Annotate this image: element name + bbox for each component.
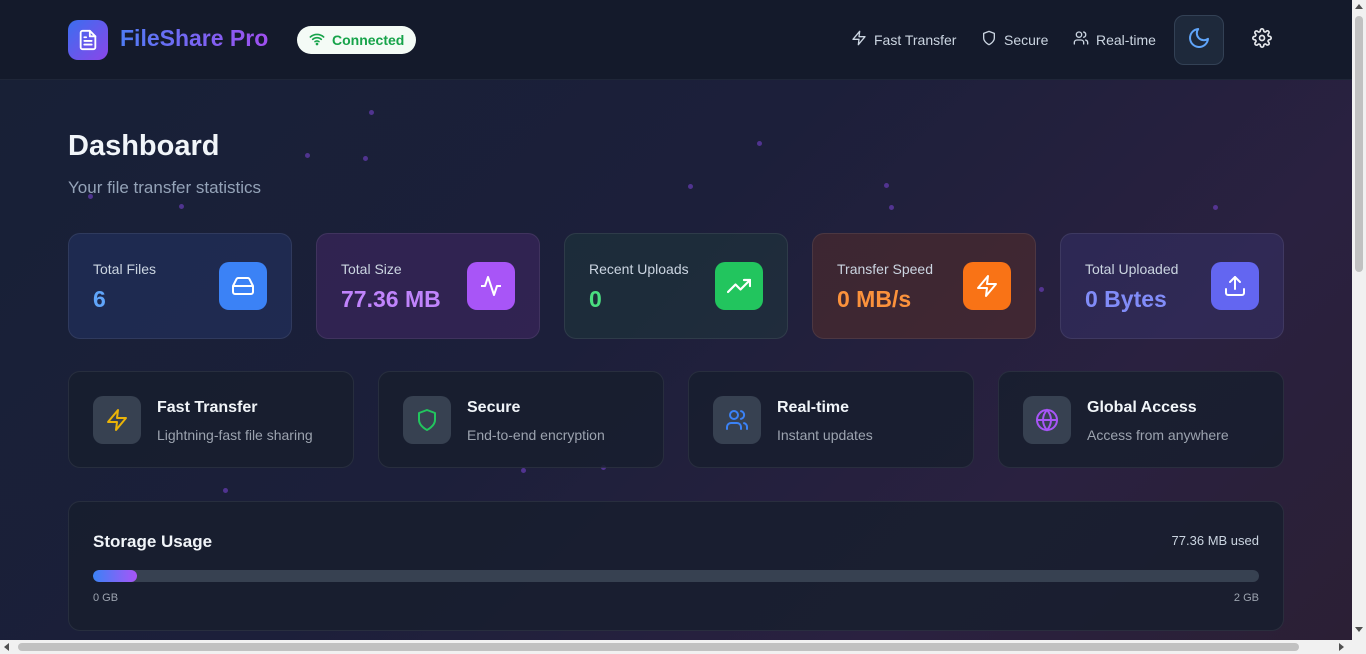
scroll-right-arrow-icon[interactable] [1339, 643, 1344, 651]
feature-subtitle: Instant updates [777, 427, 873, 443]
storage-used-label: 77.36 MB used [1171, 533, 1259, 548]
scroll-up-arrow-icon[interactable] [1355, 4, 1363, 9]
stat-label: Recent Uploads [589, 261, 689, 277]
gear-icon [1252, 27, 1272, 53]
nav-fast-transfer-label: Fast Transfer [874, 31, 957, 48]
stat-label: Transfer Speed [837, 261, 933, 277]
file-logo-icon[interactable] [68, 20, 108, 60]
hard-drive-icon [219, 262, 267, 310]
moon-icon [1187, 26, 1211, 55]
feature-title: Secure [467, 399, 521, 416]
feature-card-secure: Secure End-to-end encryption [378, 371, 664, 468]
feature-card-fast-transfer: Fast Transfer Lightning-fast file sharin… [68, 371, 354, 468]
vertical-scrollbar-thumb[interactable] [1355, 16, 1363, 272]
feature-subtitle: Access from anywhere [1087, 427, 1229, 443]
settings-button[interactable] [1249, 27, 1275, 53]
stat-value: 6 [93, 286, 106, 312]
stat-value: 77.36 MB [341, 286, 441, 312]
feature-title: Global Access [1087, 399, 1197, 416]
feature-card-real-time: Real-time Instant updates [688, 371, 974, 468]
app-name[interactable]: FileShare Pro [120, 25, 268, 52]
stat-card-recent-uploads: Recent Uploads 0 [564, 233, 788, 339]
scroll-left-arrow-icon[interactable] [4, 643, 9, 651]
zap-icon [963, 262, 1011, 310]
shield-icon [981, 30, 997, 49]
nav-fast-transfer[interactable]: Fast Transfer [851, 30, 956, 49]
nav-real-time[interactable]: Real-time [1073, 30, 1156, 49]
storage-min-label: 0 GB [93, 592, 119, 604]
wifi-icon [309, 32, 325, 49]
connection-status-label: Connected [332, 32, 405, 48]
horizontal-scrollbar-thumb[interactable] [18, 643, 1299, 651]
storage-usage-panel: Storage Usage 77.36 MB used 0 GB 2 GB [68, 501, 1284, 631]
storage-title: Storage Usage [93, 532, 213, 551]
stat-value: 0 MB/s [837, 286, 912, 312]
page-title: Dashboard [68, 130, 220, 162]
feature-subtitle: End-to-end encryption [467, 427, 605, 443]
upload-icon [1211, 262, 1259, 310]
storage-max-label: 2 GB [1233, 592, 1259, 604]
page-subtitle: Your file transfer statistics [68, 178, 262, 197]
feature-card-global-access: Global Access Access from anywhere [998, 371, 1284, 468]
activity-icon [467, 262, 515, 310]
stat-value: 0 Bytes [1085, 286, 1167, 312]
scroll-down-arrow-icon[interactable] [1355, 627, 1363, 632]
top-navbar: FileShare Pro Connected Fast Transfer Se… [0, 0, 1352, 80]
globe-icon [1023, 396, 1071, 444]
nav-real-time-label: Real-time [1096, 31, 1156, 48]
users-icon [713, 396, 761, 444]
stat-label: Total Uploaded [1085, 261, 1179, 277]
zap-icon [93, 396, 141, 444]
zap-icon [851, 30, 867, 49]
stat-card-total-files: Total Files 6 [68, 233, 292, 339]
trending-up-icon [715, 262, 763, 310]
shield-icon [403, 396, 451, 444]
storage-progress-bar [93, 570, 1259, 582]
feature-title: Fast Transfer [157, 399, 258, 416]
stat-label: Total Files [93, 261, 157, 277]
connection-status-badge: Connected [297, 26, 417, 54]
stat-value: 0 [589, 286, 602, 312]
nav-secure-label: Secure [1004, 31, 1049, 48]
storage-progress-fill [93, 570, 138, 582]
stat-label: Total Size [341, 261, 402, 277]
stat-card-total-uploaded: Total Uploaded 0 Bytes [1060, 233, 1284, 339]
nav-secure[interactable]: Secure [981, 30, 1048, 49]
feature-title: Real-time [777, 399, 850, 416]
users-icon [1073, 30, 1089, 49]
stat-card-total-size: Total Size 77.36 MB [316, 233, 540, 339]
stat-card-transfer-speed: Transfer Speed 0 MB/s [812, 233, 1036, 339]
feature-subtitle: Lightning-fast file sharing [157, 427, 313, 443]
theme-toggle-button[interactable] [1174, 15, 1224, 65]
